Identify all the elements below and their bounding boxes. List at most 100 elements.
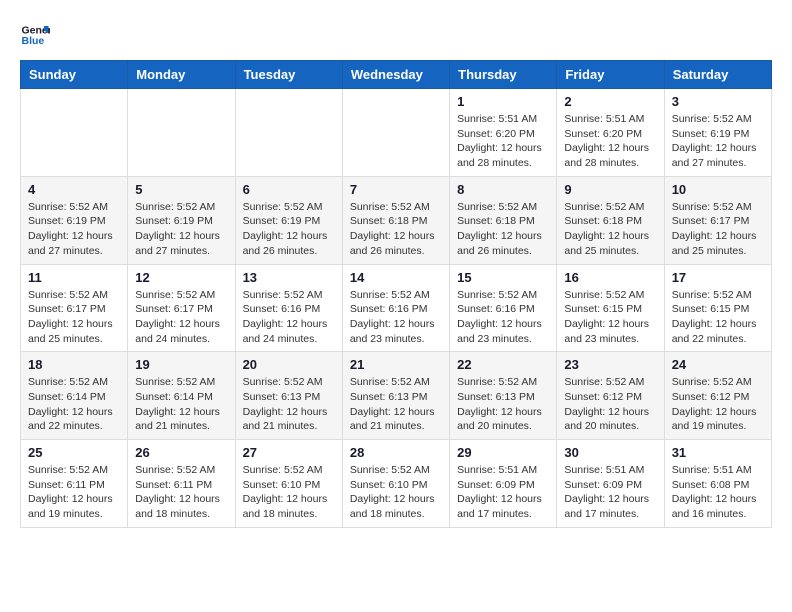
day-info: Sunrise: 5:52 AM Sunset: 6:13 PM Dayligh… bbox=[350, 375, 442, 434]
day-info: Sunrise: 5:52 AM Sunset: 6:11 PM Dayligh… bbox=[135, 463, 227, 522]
day-number: 9 bbox=[564, 182, 656, 197]
calendar-cell bbox=[128, 89, 235, 177]
week-row-1: 1 Sunrise: 5:51 AM Sunset: 6:20 PM Daylig… bbox=[21, 89, 772, 177]
day-info: Sunrise: 5:52 AM Sunset: 6:19 PM Dayligh… bbox=[28, 200, 120, 259]
day-number: 1 bbox=[457, 94, 549, 109]
weekday-header-tuesday: Tuesday bbox=[235, 61, 342, 89]
day-info: Sunrise: 5:51 AM Sunset: 6:20 PM Dayligh… bbox=[564, 112, 656, 171]
day-info: Sunrise: 5:51 AM Sunset: 6:08 PM Dayligh… bbox=[672, 463, 764, 522]
calendar-cell: 3 Sunrise: 5:52 AM Sunset: 6:19 PM Daylig… bbox=[664, 89, 771, 177]
day-number: 28 bbox=[350, 445, 442, 460]
day-info: Sunrise: 5:52 AM Sunset: 6:19 PM Dayligh… bbox=[243, 200, 335, 259]
calendar-cell bbox=[21, 89, 128, 177]
weekday-header-row: SundayMondayTuesdayWednesdayThursdayFrid… bbox=[21, 61, 772, 89]
day-number: 7 bbox=[350, 182, 442, 197]
weekday-header-wednesday: Wednesday bbox=[342, 61, 449, 89]
day-info: Sunrise: 5:52 AM Sunset: 6:11 PM Dayligh… bbox=[28, 463, 120, 522]
calendar-cell: 30 Sunrise: 5:51 AM Sunset: 6:09 PM Dayli… bbox=[557, 440, 664, 528]
day-number: 3 bbox=[672, 94, 764, 109]
calendar-cell: 12 Sunrise: 5:52 AM Sunset: 6:17 PM Dayli… bbox=[128, 264, 235, 352]
calendar-cell: 29 Sunrise: 5:51 AM Sunset: 6:09 PM Dayli… bbox=[450, 440, 557, 528]
calendar-cell bbox=[235, 89, 342, 177]
calendar-cell: 21 Sunrise: 5:52 AM Sunset: 6:13 PM Dayli… bbox=[342, 352, 449, 440]
day-number: 14 bbox=[350, 270, 442, 285]
day-info: Sunrise: 5:52 AM Sunset: 6:14 PM Dayligh… bbox=[28, 375, 120, 434]
day-info: Sunrise: 5:52 AM Sunset: 6:17 PM Dayligh… bbox=[135, 288, 227, 347]
calendar-cell: 6 Sunrise: 5:52 AM Sunset: 6:19 PM Daylig… bbox=[235, 176, 342, 264]
calendar-cell: 28Sunrise: 5:52 AM Sunset: 6:10 PM Dayli… bbox=[342, 440, 449, 528]
day-number: 23 bbox=[564, 357, 656, 372]
day-number: 20 bbox=[243, 357, 335, 372]
calendar-cell: 7 Sunrise: 5:52 AM Sunset: 6:18 PM Daylig… bbox=[342, 176, 449, 264]
day-number: 10 bbox=[672, 182, 764, 197]
day-info: Sunrise: 5:52 AM Sunset: 6:16 PM Dayligh… bbox=[457, 288, 549, 347]
calendar-cell: 16 Sunrise: 5:52 AM Sunset: 6:15 PM Dayli… bbox=[557, 264, 664, 352]
day-number: 17 bbox=[672, 270, 764, 285]
day-info: Sunrise: 5:52 AM Sunset: 6:17 PM Dayligh… bbox=[672, 200, 764, 259]
day-number: 27 bbox=[243, 445, 335, 460]
calendar-cell: 5 Sunrise: 5:52 AM Sunset: 6:19 PM Daylig… bbox=[128, 176, 235, 264]
day-info: Sunrise: 5:52 AM Sunset: 6:15 PM Dayligh… bbox=[672, 288, 764, 347]
day-info: Sunrise: 5:52 AM Sunset: 6:18 PM Dayligh… bbox=[564, 200, 656, 259]
day-info: Sunrise: 5:52 AM Sunset: 6:15 PM Dayligh… bbox=[564, 288, 656, 347]
weekday-header-sunday: Sunday bbox=[21, 61, 128, 89]
weekday-header-friday: Friday bbox=[557, 61, 664, 89]
day-number: 19 bbox=[135, 357, 227, 372]
calendar-cell: 4 Sunrise: 5:52 AM Sunset: 6:19 PM Daylig… bbox=[21, 176, 128, 264]
day-number: 13 bbox=[243, 270, 335, 285]
calendar-cell: 13 Sunrise: 5:52 AM Sunset: 6:16 PM Dayli… bbox=[235, 264, 342, 352]
day-info: Sunrise: 5:52 AM Sunset: 6:12 PM Dayligh… bbox=[672, 375, 764, 434]
calendar-cell: 18Sunrise: 5:52 AM Sunset: 6:14 PM Dayli… bbox=[21, 352, 128, 440]
day-number: 30 bbox=[564, 445, 656, 460]
calendar-cell: 11Sunrise: 5:52 AM Sunset: 6:17 PM Dayli… bbox=[21, 264, 128, 352]
week-row-4: 18Sunrise: 5:52 AM Sunset: 6:14 PM Dayli… bbox=[21, 352, 772, 440]
day-number: 8 bbox=[457, 182, 549, 197]
svg-text:Blue: Blue bbox=[22, 35, 45, 47]
day-info: Sunrise: 5:52 AM Sunset: 6:14 PM Dayligh… bbox=[135, 375, 227, 434]
calendar-cell: 20 Sunrise: 5:52 AM Sunset: 6:13 PM Dayli… bbox=[235, 352, 342, 440]
day-info: Sunrise: 5:51 AM Sunset: 6:09 PM Dayligh… bbox=[457, 463, 549, 522]
day-number: 5 bbox=[135, 182, 227, 197]
day-number: 21 bbox=[350, 357, 442, 372]
day-info: Sunrise: 5:52 AM Sunset: 6:19 PM Dayligh… bbox=[672, 112, 764, 171]
day-number: 16 bbox=[564, 270, 656, 285]
week-row-2: 4 Sunrise: 5:52 AM Sunset: 6:19 PM Daylig… bbox=[21, 176, 772, 264]
calendar-cell: 1Sunrise: 5:51 AM Sunset: 6:20 PM Daylig… bbox=[450, 89, 557, 177]
calendar-cell: 17 Sunrise: 5:52 AM Sunset: 6:15 PM Dayli… bbox=[664, 264, 771, 352]
calendar-cell: 15Sunrise: 5:52 AM Sunset: 6:16 PM Dayli… bbox=[450, 264, 557, 352]
day-info: Sunrise: 5:52 AM Sunset: 6:18 PM Dayligh… bbox=[350, 200, 442, 259]
day-number: 25 bbox=[28, 445, 120, 460]
day-number: 24 bbox=[672, 357, 764, 372]
day-number: 6 bbox=[243, 182, 335, 197]
day-info: Sunrise: 5:51 AM Sunset: 6:09 PM Dayligh… bbox=[564, 463, 656, 522]
day-number: 12 bbox=[135, 270, 227, 285]
calendar-cell: 31 Sunrise: 5:51 AM Sunset: 6:08 PM Dayli… bbox=[664, 440, 771, 528]
day-number: 26 bbox=[135, 445, 227, 460]
day-info: Sunrise: 5:52 AM Sunset: 6:16 PM Dayligh… bbox=[350, 288, 442, 347]
day-info: Sunrise: 5:52 AM Sunset: 6:13 PM Dayligh… bbox=[243, 375, 335, 434]
calendar-cell: 22Sunrise: 5:52 AM Sunset: 6:13 PM Dayli… bbox=[450, 352, 557, 440]
page-header: General Blue bbox=[20, 20, 772, 50]
calendar-cell: 2 Sunrise: 5:51 AM Sunset: 6:20 PM Daylig… bbox=[557, 89, 664, 177]
logo-icon: General Blue bbox=[20, 20, 50, 50]
calendar: SundayMondayTuesdayWednesdayThursdayFrid… bbox=[20, 60, 772, 528]
day-number: 4 bbox=[28, 182, 120, 197]
calendar-cell: 9 Sunrise: 5:52 AM Sunset: 6:18 PM Daylig… bbox=[557, 176, 664, 264]
logo: General Blue bbox=[20, 20, 54, 50]
calendar-cell: 24 Sunrise: 5:52 AM Sunset: 6:12 PM Dayli… bbox=[664, 352, 771, 440]
day-info: Sunrise: 5:52 AM Sunset: 6:17 PM Dayligh… bbox=[28, 288, 120, 347]
day-number: 2 bbox=[564, 94, 656, 109]
calendar-cell: 25 Sunrise: 5:52 AM Sunset: 6:11 PM Dayli… bbox=[21, 440, 128, 528]
week-row-5: 25 Sunrise: 5:52 AM Sunset: 6:11 PM Dayli… bbox=[21, 440, 772, 528]
calendar-cell: 23 Sunrise: 5:52 AM Sunset: 6:12 PM Dayli… bbox=[557, 352, 664, 440]
day-info: Sunrise: 5:52 AM Sunset: 6:16 PM Dayligh… bbox=[243, 288, 335, 347]
calendar-cell: 10 Sunrise: 5:52 AM Sunset: 6:17 PM Dayli… bbox=[664, 176, 771, 264]
calendar-cell: 14 Sunrise: 5:52 AM Sunset: 6:16 PM Dayli… bbox=[342, 264, 449, 352]
week-row-3: 11Sunrise: 5:52 AM Sunset: 6:17 PM Dayli… bbox=[21, 264, 772, 352]
day-info: Sunrise: 5:52 AM Sunset: 6:19 PM Dayligh… bbox=[135, 200, 227, 259]
weekday-header-thursday: Thursday bbox=[450, 61, 557, 89]
day-info: Sunrise: 5:52 AM Sunset: 6:12 PM Dayligh… bbox=[564, 375, 656, 434]
day-number: 31 bbox=[672, 445, 764, 460]
day-number: 29 bbox=[457, 445, 549, 460]
day-info: Sunrise: 5:52 AM Sunset: 6:10 PM Dayligh… bbox=[243, 463, 335, 522]
